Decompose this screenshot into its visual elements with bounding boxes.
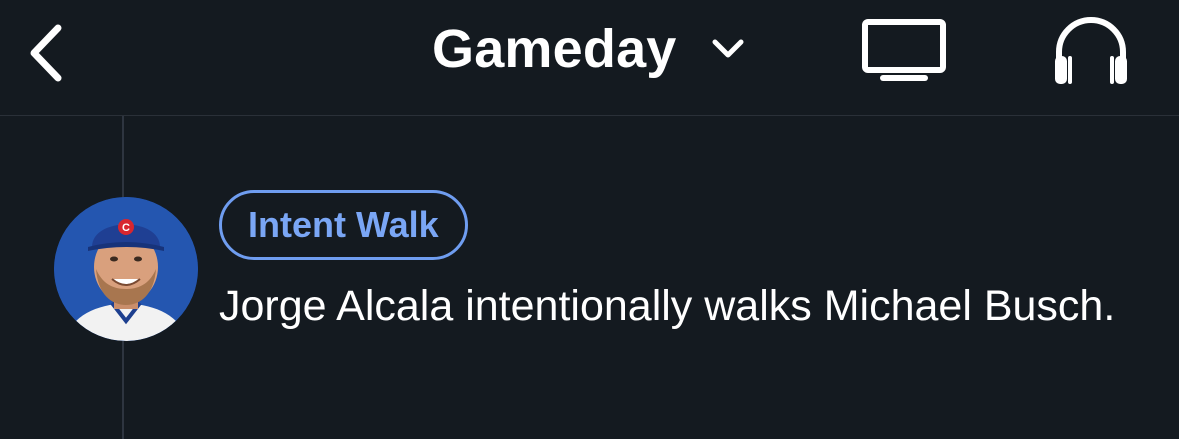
- chevron-down-icon: [711, 38, 745, 60]
- audio-button[interactable]: [1046, 10, 1136, 90]
- event-description: Jorge Alcala intentionally walks Michael…: [219, 282, 1116, 330]
- game-view-selector[interactable]: Gameday: [432, 14, 745, 84]
- player-headshot-icon: C: [54, 197, 198, 341]
- tv-icon: [862, 19, 946, 81]
- chevron-left-icon: [30, 24, 62, 82]
- event-type-badge: Intent Walk: [219, 190, 468, 260]
- back-button[interactable]: [22, 18, 70, 88]
- page-title: Gameday: [432, 19, 677, 79]
- headphones-icon: [1055, 17, 1127, 84]
- svg-text:C: C: [122, 222, 130, 234]
- tv-button[interactable]: [858, 14, 950, 86]
- top-navigation-bar: Gameday: [0, 0, 1179, 116]
- player-avatar[interactable]: C: [54, 197, 198, 341]
